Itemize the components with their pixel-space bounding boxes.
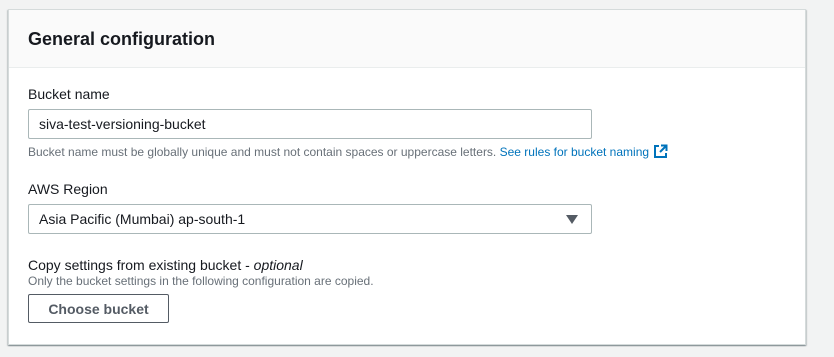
panel-title: General configuration (28, 29, 216, 49)
optional-tag: optional (253, 257, 303, 273)
general-configuration-panel: General configuration Bucket name Bucket… (8, 9, 806, 345)
bucket-name-input[interactable] (28, 109, 592, 139)
panel-header: General configuration (9, 10, 805, 68)
copy-settings-hint: Only the bucket settings in the followin… (28, 274, 374, 288)
copy-settings-label-text: Copy settings from existing bucket - (28, 257, 254, 273)
copy-settings-label: Copy settings from existing bucket - opt… (28, 256, 303, 274)
choose-bucket-button[interactable]: Choose bucket (28, 294, 169, 323)
aws-region-selected-value: Asia Pacific (Mumbai) ap-south-1 (39, 211, 246, 227)
caret-down-icon (566, 215, 578, 224)
bucket-naming-rules-link-text: See rules for bucket naming (499, 145, 650, 159)
aws-region-label: AWS Region (28, 181, 108, 197)
bucket-name-label: Bucket name (28, 86, 110, 102)
external-link-icon (653, 144, 668, 163)
bucket-name-hint-text: Bucket name must be globally unique and … (28, 145, 497, 159)
aws-region-select[interactable]: Asia Pacific (Mumbai) ap-south-1 (28, 204, 592, 234)
bucket-naming-rules-link[interactable]: See rules for bucket naming (499, 144, 668, 159)
bucket-name-hint: Bucket name must be globally unique and … (28, 144, 668, 163)
